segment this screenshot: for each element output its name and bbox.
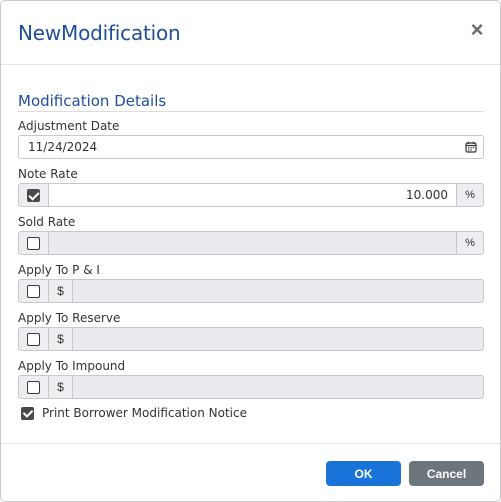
apply-reserve-input[interactable] [73, 328, 483, 350]
apply-impound-field: $ [18, 375, 484, 399]
sold-rate-checkbox-addon[interactable] [19, 232, 49, 254]
adjustment-date-label: Adjustment Date [18, 119, 120, 133]
close-icon[interactable]: × [467, 19, 487, 41]
calendar-icon[interactable] [459, 136, 483, 158]
apply-impound-dollar-addon: $ [49, 376, 73, 398]
note-rate-field: % [18, 183, 484, 207]
note-rate-label: Note Rate [18, 167, 78, 181]
apply-pi-input[interactable] [73, 280, 483, 302]
footer-divider [1, 443, 500, 444]
adjustment-date-input[interactable]: 11/24/2024 [19, 136, 459, 158]
apply-reserve-checkbox-addon[interactable] [19, 328, 49, 350]
apply-pi-label: Apply To P & I [18, 263, 100, 277]
apply-pi-field: $ [18, 279, 484, 303]
note-rate-checkbox[interactable] [27, 188, 40, 202]
new-modification-dialog: NewModification × Modification Details A… [0, 0, 501, 502]
sold-rate-percent-addon: % [456, 232, 483, 254]
note-rate-percent-addon: % [456, 184, 483, 206]
apply-pi-dollar-addon: $ [49, 280, 73, 302]
apply-pi-checkbox[interactable] [27, 284, 40, 298]
apply-reserve-field: $ [18, 327, 484, 351]
apply-reserve-checkbox[interactable] [27, 332, 40, 346]
sold-rate-checkbox[interactable] [27, 236, 40, 250]
adjustment-date-field[interactable]: 11/24/2024 [18, 135, 484, 159]
sold-rate-field: % [18, 231, 484, 255]
print-notice-label: Print Borrower Modification Notice [42, 406, 247, 420]
print-notice-row[interactable]: Print Borrower Modification Notice [21, 406, 247, 420]
apply-impound-label: Apply To Impound [18, 359, 126, 373]
cancel-button[interactable]: Cancel [409, 461, 484, 486]
sold-rate-label: Sold Rate [18, 215, 76, 229]
apply-pi-checkbox-addon[interactable] [19, 280, 49, 302]
apply-reserve-dollar-addon: $ [49, 328, 73, 350]
sold-rate-input[interactable] [49, 232, 456, 254]
dialog-title: NewModification [18, 21, 181, 45]
print-notice-checkbox[interactable] [21, 406, 34, 420]
note-rate-input[interactable] [49, 184, 456, 206]
ok-button[interactable]: OK [326, 461, 401, 486]
section-title: Modification Details [18, 92, 167, 110]
apply-impound-checkbox-addon[interactable] [19, 376, 49, 398]
apply-impound-input[interactable] [73, 376, 483, 398]
apply-reserve-label: Apply To Reserve [18, 311, 121, 325]
dialog-header: NewModification × [1, 1, 500, 65]
note-rate-checkbox-addon[interactable] [19, 184, 49, 206]
section-divider [18, 111, 484, 112]
apply-impound-checkbox[interactable] [27, 380, 40, 394]
